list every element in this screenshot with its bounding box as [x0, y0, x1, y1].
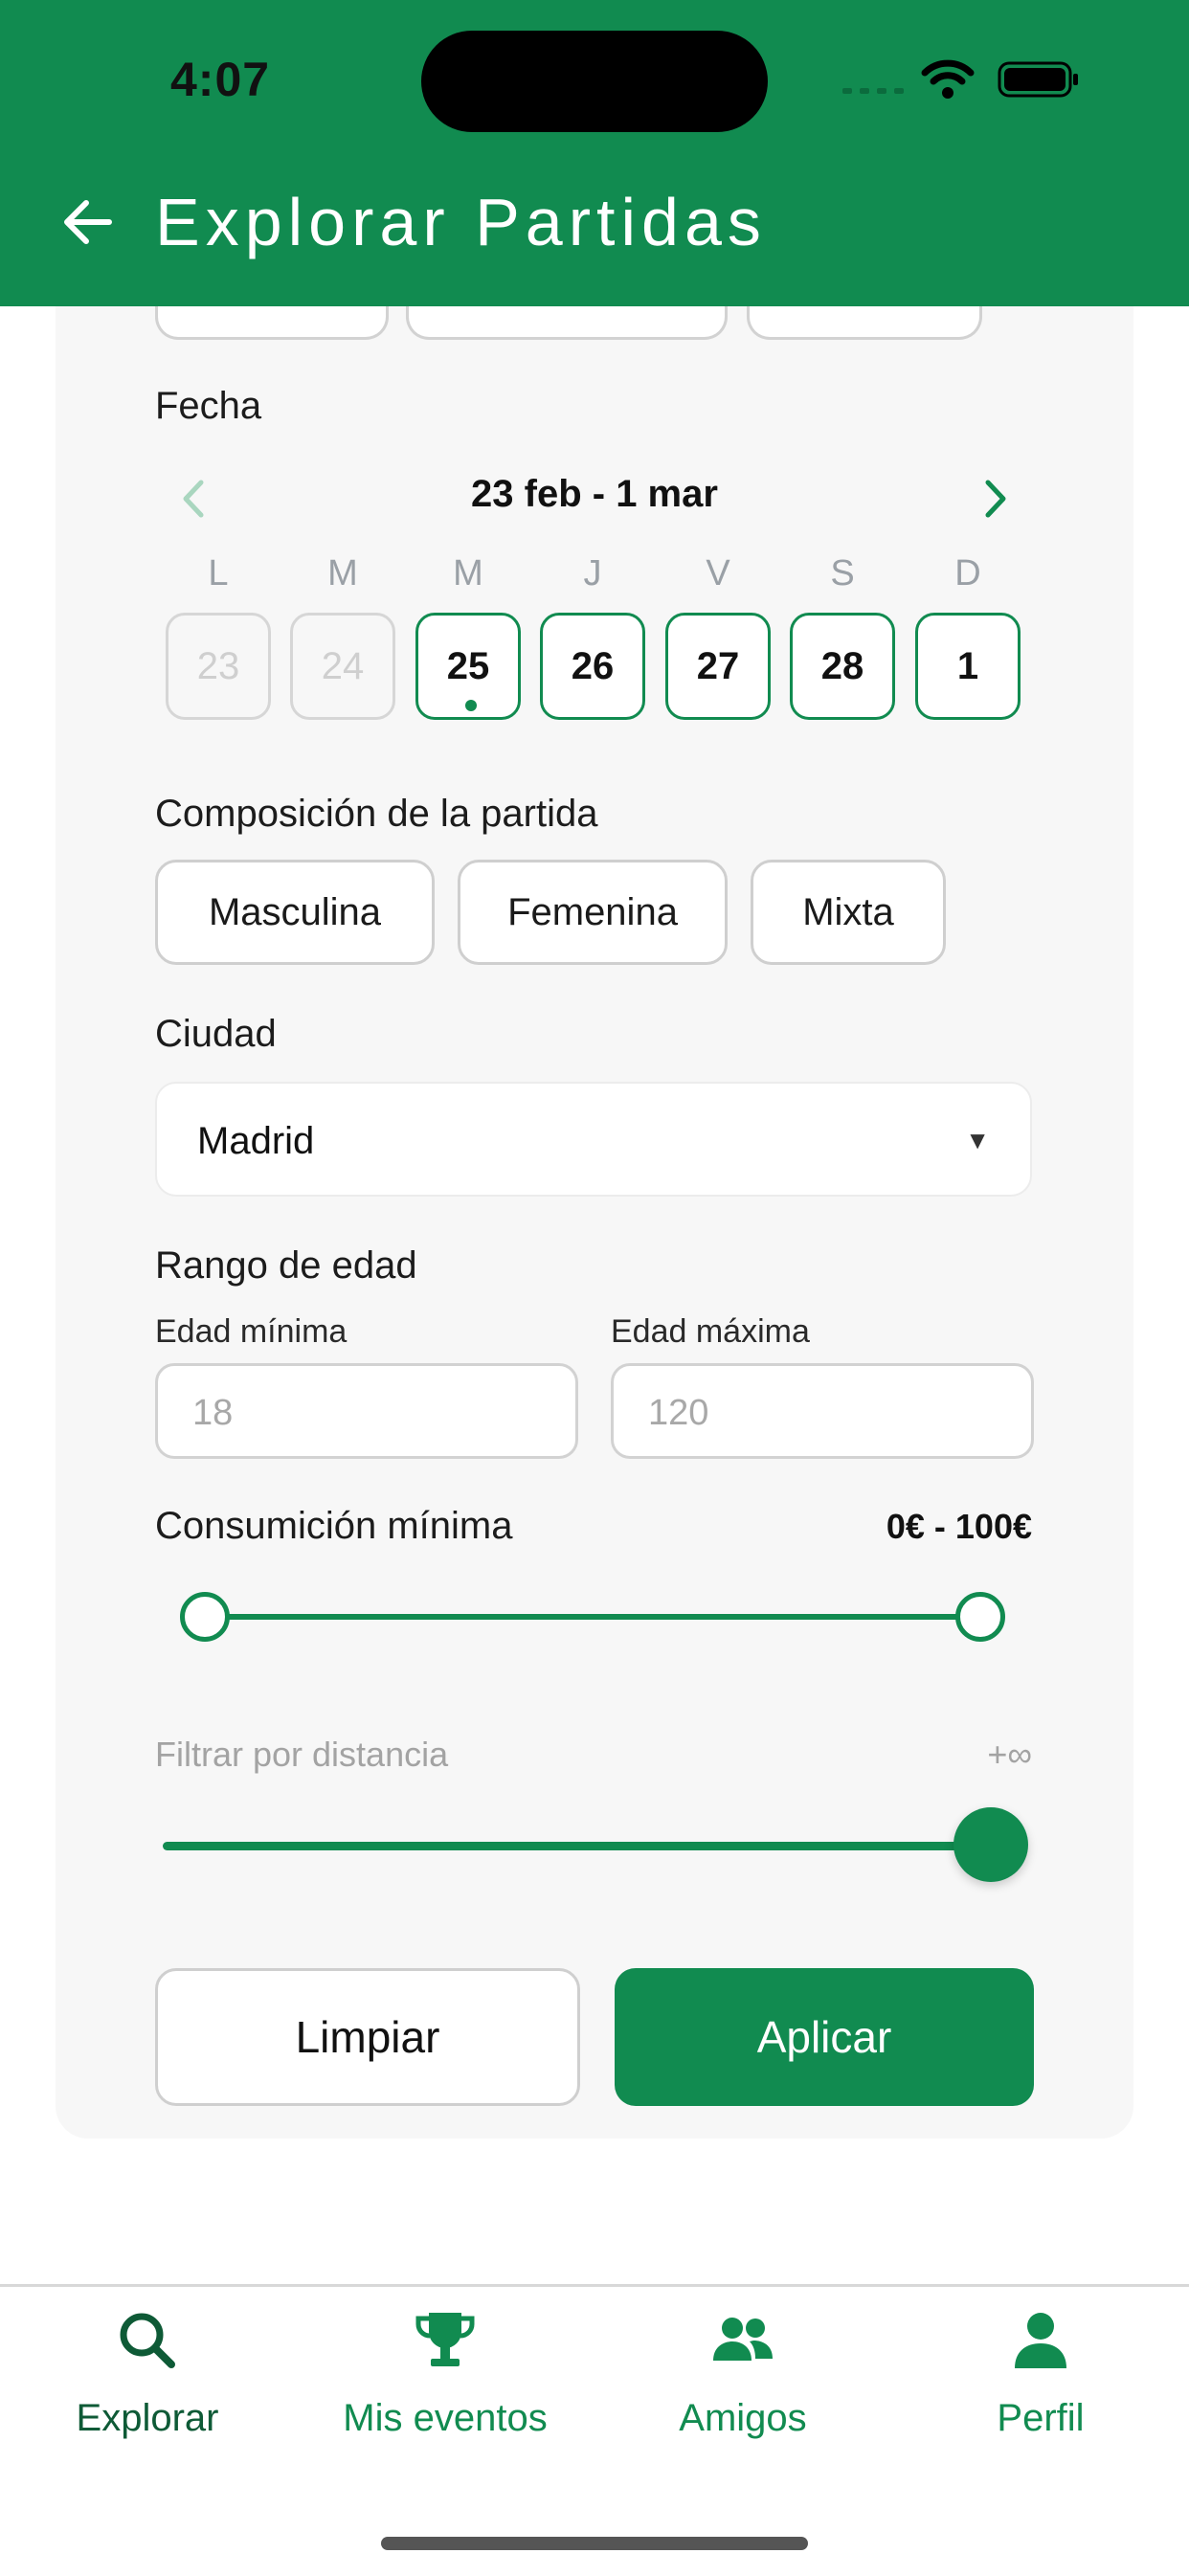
wifi-icon — [921, 59, 975, 99]
max-age-placeholder: 120 — [648, 1393, 709, 1433]
app-header: 4:07 Explorar Partidas — [0, 0, 1189, 306]
distance-label: Filtrar por distancia — [155, 1735, 449, 1774]
max-age-input[interactable]: 120 — [611, 1363, 1034, 1459]
age-range-label: Rango de edad — [155, 1244, 417, 1287]
composition-chip-mixta[interactable]: Mixta — [751, 860, 946, 965]
day-cell[interactable]: 26 — [540, 613, 645, 720]
cellular-signal-icon — [842, 88, 904, 94]
weekday-label: D — [954, 553, 981, 594]
weekday-label: L — [208, 553, 229, 594]
min-age-label: Edad mínima — [155, 1313, 348, 1350]
max-age-label: Edad máxima — [611, 1313, 810, 1350]
home-indicator — [381, 2537, 808, 2550]
trophy-icon — [415, 2313, 475, 2366]
date-label: Fecha — [155, 385, 262, 427]
composition-chip-masculina[interactable]: Masculina — [155, 860, 435, 965]
consumption-slider-min-handle[interactable] — [180, 1592, 230, 1642]
day-cell[interactable]: 27 — [665, 613, 771, 720]
weekday-label: M — [327, 553, 358, 594]
dropdown-caret-icon: ▼ — [965, 1126, 990, 1154]
tab-amigos[interactable]: Amigos — [599, 2307, 886, 2440]
tab-label: Mis eventos — [343, 2397, 548, 2439]
consumption-slider-track[interactable] — [207, 1614, 980, 1620]
tab-label: Perfil — [997, 2397, 1085, 2439]
composition-label: Composición de la partida — [155, 793, 598, 835]
clear-button[interactable]: Limpiar — [155, 1968, 580, 2106]
dynamic-island — [421, 31, 768, 132]
tab-explorar[interactable]: Explorar — [4, 2307, 291, 2440]
tab-label: Amigos — [679, 2397, 807, 2439]
chevron-right-icon[interactable] — [971, 475, 1019, 523]
tab-mis-eventos[interactable]: Mis eventos — [302, 2307, 589, 2440]
page-title: Explorar Partidas — [155, 185, 767, 259]
person-icon — [1015, 2313, 1066, 2368]
city-label: Ciudad — [155, 1013, 277, 1055]
day-cell: 24 — [290, 613, 395, 720]
people-icon — [713, 2318, 773, 2361]
tab-label: Explorar — [76, 2397, 219, 2439]
min-age-placeholder: 18 — [192, 1393, 234, 1433]
distance-value: +∞ — [987, 1735, 1032, 1774]
battery-icon — [998, 61, 1078, 98]
composition-chip-femenina[interactable]: Femenina — [458, 860, 728, 965]
distance-slider-handle[interactable] — [953, 1807, 1028, 1882]
weekday-label: J — [583, 553, 602, 594]
day-cell-today[interactable]: 25 — [415, 613, 521, 720]
apply-button[interactable]: Aplicar — [615, 1968, 1034, 2106]
consumption-slider-max-handle[interactable] — [955, 1592, 1005, 1642]
day-cell: 23 — [166, 613, 271, 720]
search-icon — [120, 2313, 175, 2368]
weekday-label: M — [453, 553, 483, 594]
consumption-range-value: 0€ - 100€ — [886, 1507, 1032, 1546]
today-indicator — [465, 700, 477, 711]
day-cell[interactable]: 28 — [790, 613, 895, 720]
status-time: 4:07 — [170, 53, 271, 106]
weekday-label: V — [706, 553, 730, 594]
distance-slider-track[interactable] — [163, 1842, 992, 1850]
min-age-input[interactable]: 18 — [155, 1363, 578, 1459]
city-select[interactable]: Madrid ▼ — [155, 1082, 1032, 1197]
day-cell[interactable]: 1 — [915, 613, 1021, 720]
weekday-label: S — [830, 553, 855, 594]
city-value: Madrid — [197, 1120, 315, 1162]
consumption-label: Consumición mínima — [155, 1505, 513, 1547]
back-arrow-icon[interactable] — [57, 191, 119, 253]
tab-perfil[interactable]: Perfil — [897, 2307, 1184, 2440]
